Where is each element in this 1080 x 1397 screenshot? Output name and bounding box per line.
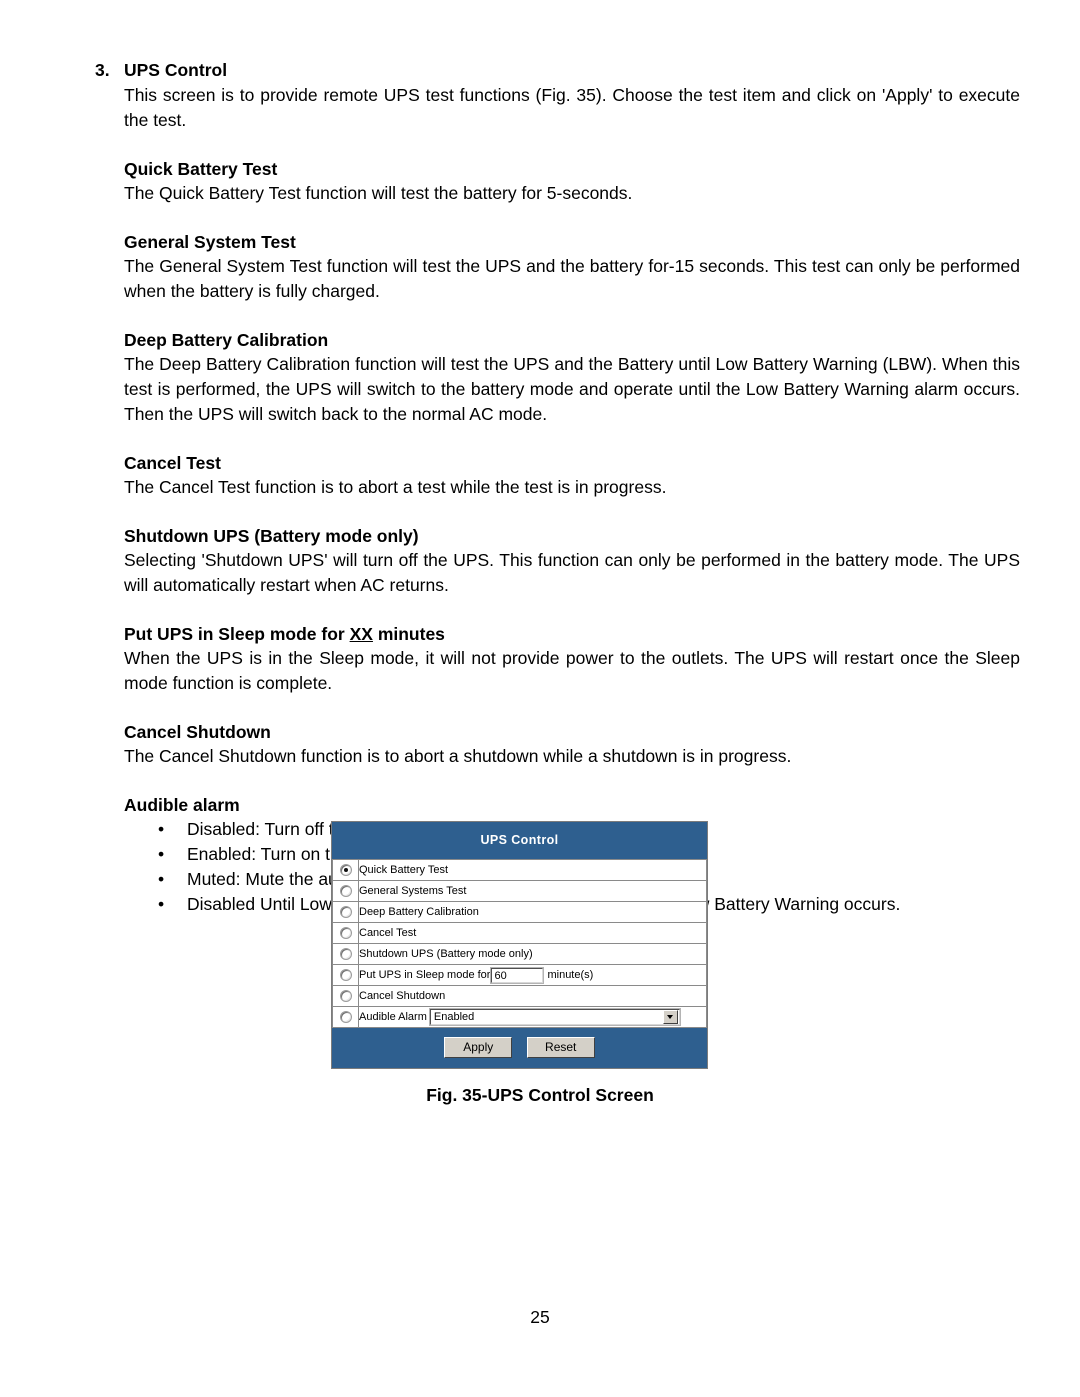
section-number: 3. [95, 60, 110, 80]
ups-options-table: Quick Battery Test General Systems Test … [332, 859, 707, 1028]
radio-button-icon[interactable] [339, 1011, 352, 1024]
radio-button-icon[interactable] [339, 927, 352, 940]
radio-button-icon[interactable] [339, 906, 352, 919]
ups-panel-title: UPS Control [332, 822, 707, 859]
paragraph-general-system-test: The General System Test function will te… [124, 256, 1020, 301]
option-label-deep-battery-calibration[interactable]: Deep Battery Calibration [358, 901, 707, 923]
heading-sleep-mode-suffix: minutes [372, 624, 445, 644]
sleep-minutes-input[interactable]: 60 [490, 966, 545, 984]
option-label-quick-battery-test[interactable]: Quick Battery Test [358, 859, 707, 881]
paragraph-quick-battery-test: The Quick Battery Test function will tes… [124, 183, 633, 203]
option-row-sleep-mode[interactable]: Put UPS in Sleep mode for 60 minute(s) [358, 964, 707, 986]
table-row[interactable]: Cancel Shutdown [332, 985, 707, 1007]
table-row[interactable]: Quick Battery Test [332, 859, 707, 881]
radio-cell-quick-battery-test[interactable] [332, 859, 359, 881]
heading-shutdown-ups: Shutdown UPS (Battery mode only) [124, 526, 419, 546]
page-number: 25 [530, 1307, 550, 1327]
apply-button[interactable]: Apply [444, 1037, 513, 1058]
sleep-mode-label-before: Put UPS in Sleep mode for [359, 969, 491, 981]
section-heading-ups-control: 3. UPS Control [95, 58, 1020, 82]
paragraph-shutdown-ups: Selecting 'Shutdown UPS' will turn off t… [124, 550, 1020, 595]
option-label-cancel-shutdown[interactable]: Cancel Shutdown [358, 985, 707, 1007]
radio-button-icon[interactable] [339, 948, 352, 961]
heading-audible-alarm: Audible alarm [124, 795, 240, 815]
heading-sleep-mode-prefix: Put UPS in Sleep mode for [124, 624, 350, 644]
paragraph-sleep-mode: When the UPS is in the Sleep mode, it wi… [124, 648, 1020, 693]
heading-quick-battery-test: Quick Battery Test [124, 159, 278, 179]
radio-cell-deep-battery-calibration[interactable] [332, 901, 359, 923]
audible-alarm-label: Audible Alarm [359, 1011, 427, 1023]
heading-sleep-mode-placeholder: XX [349, 624, 373, 644]
radio-button-icon[interactable] [339, 969, 352, 982]
radio-button-icon[interactable] [339, 885, 352, 898]
radio-cell-cancel-shutdown[interactable] [332, 985, 359, 1007]
audible-alarm-selected-value: Enabled [433, 1011, 475, 1023]
radio-cell-cancel-test[interactable] [332, 922, 359, 944]
radio-button-icon[interactable] [339, 864, 352, 877]
table-row[interactable]: Deep Battery Calibration [332, 901, 707, 923]
radio-button-icon[interactable] [339, 990, 352, 1003]
paragraph-deep-battery-calibration: The Deep Battery Calibration function wi… [124, 354, 1020, 424]
paragraph-cancel-shutdown: The Cancel Shutdown function is to abort… [124, 746, 792, 766]
radio-cell-shutdown-ups[interactable] [332, 943, 359, 965]
heading-deep-battery-calibration: Deep Battery Calibration [124, 330, 329, 350]
section-title: UPS Control [124, 60, 228, 80]
radio-cell-sleep-mode[interactable] [332, 964, 359, 986]
document-body: 3. UPS Control This screen is to provide… [95, 58, 1020, 917]
sleep-mode-label-after: minute(s) [547, 969, 594, 981]
table-row[interactable]: Cancel Test [332, 922, 707, 944]
bullet-icon: • [158, 894, 165, 914]
heading-cancel-test: Cancel Test [124, 453, 221, 473]
bullet-icon: • [158, 844, 165, 864]
bullet-icon: • [158, 869, 165, 889]
heading-general-system-test: General System Test [124, 232, 296, 252]
figure-ups-control-screenshot: UPS Control Quick Battery Test General S… [331, 821, 708, 1069]
ups-control-panel: UPS Control Quick Battery Test General S… [331, 821, 708, 1069]
table-row[interactable]: General Systems Test [332, 880, 707, 902]
heading-cancel-shutdown: Cancel Shutdown [124, 722, 271, 742]
table-row[interactable]: Audible Alarm Enabled [332, 1006, 707, 1028]
chevron-down-icon[interactable] [662, 1010, 678, 1024]
option-label-general-systems-test[interactable]: General Systems Test [358, 880, 707, 902]
bullet-icon: • [158, 819, 165, 839]
paragraph-cancel-test: The Cancel Test function is to abort a t… [124, 477, 667, 497]
reset-button[interactable]: Reset [526, 1037, 595, 1058]
radio-cell-audible-alarm[interactable] [332, 1006, 359, 1028]
option-row-audible-alarm[interactable]: Audible Alarm Enabled [358, 1006, 707, 1028]
document-page: 3. UPS Control This screen is to provide… [0, 0, 1080, 1397]
table-row[interactable]: Put UPS in Sleep mode for 60 minute(s) [332, 964, 707, 986]
ups-panel-footer: Apply Reset [332, 1028, 707, 1068]
option-label-shutdown-ups[interactable]: Shutdown UPS (Battery mode only) [358, 943, 707, 965]
heading-sleep-mode: Put UPS in Sleep mode for XX minutes [124, 622, 1020, 646]
option-label-cancel-test[interactable]: Cancel Test [358, 922, 707, 944]
radio-cell-general-systems-test[interactable] [332, 880, 359, 902]
audible-alarm-select[interactable]: Enabled [428, 1008, 681, 1026]
table-row[interactable]: Shutdown UPS (Battery mode only) [332, 943, 707, 965]
section-intro-paragraph: This screen is to provide remote UPS tes… [124, 85, 1020, 130]
figure-caption: Fig. 35-UPS Control Screen [426, 1085, 654, 1105]
